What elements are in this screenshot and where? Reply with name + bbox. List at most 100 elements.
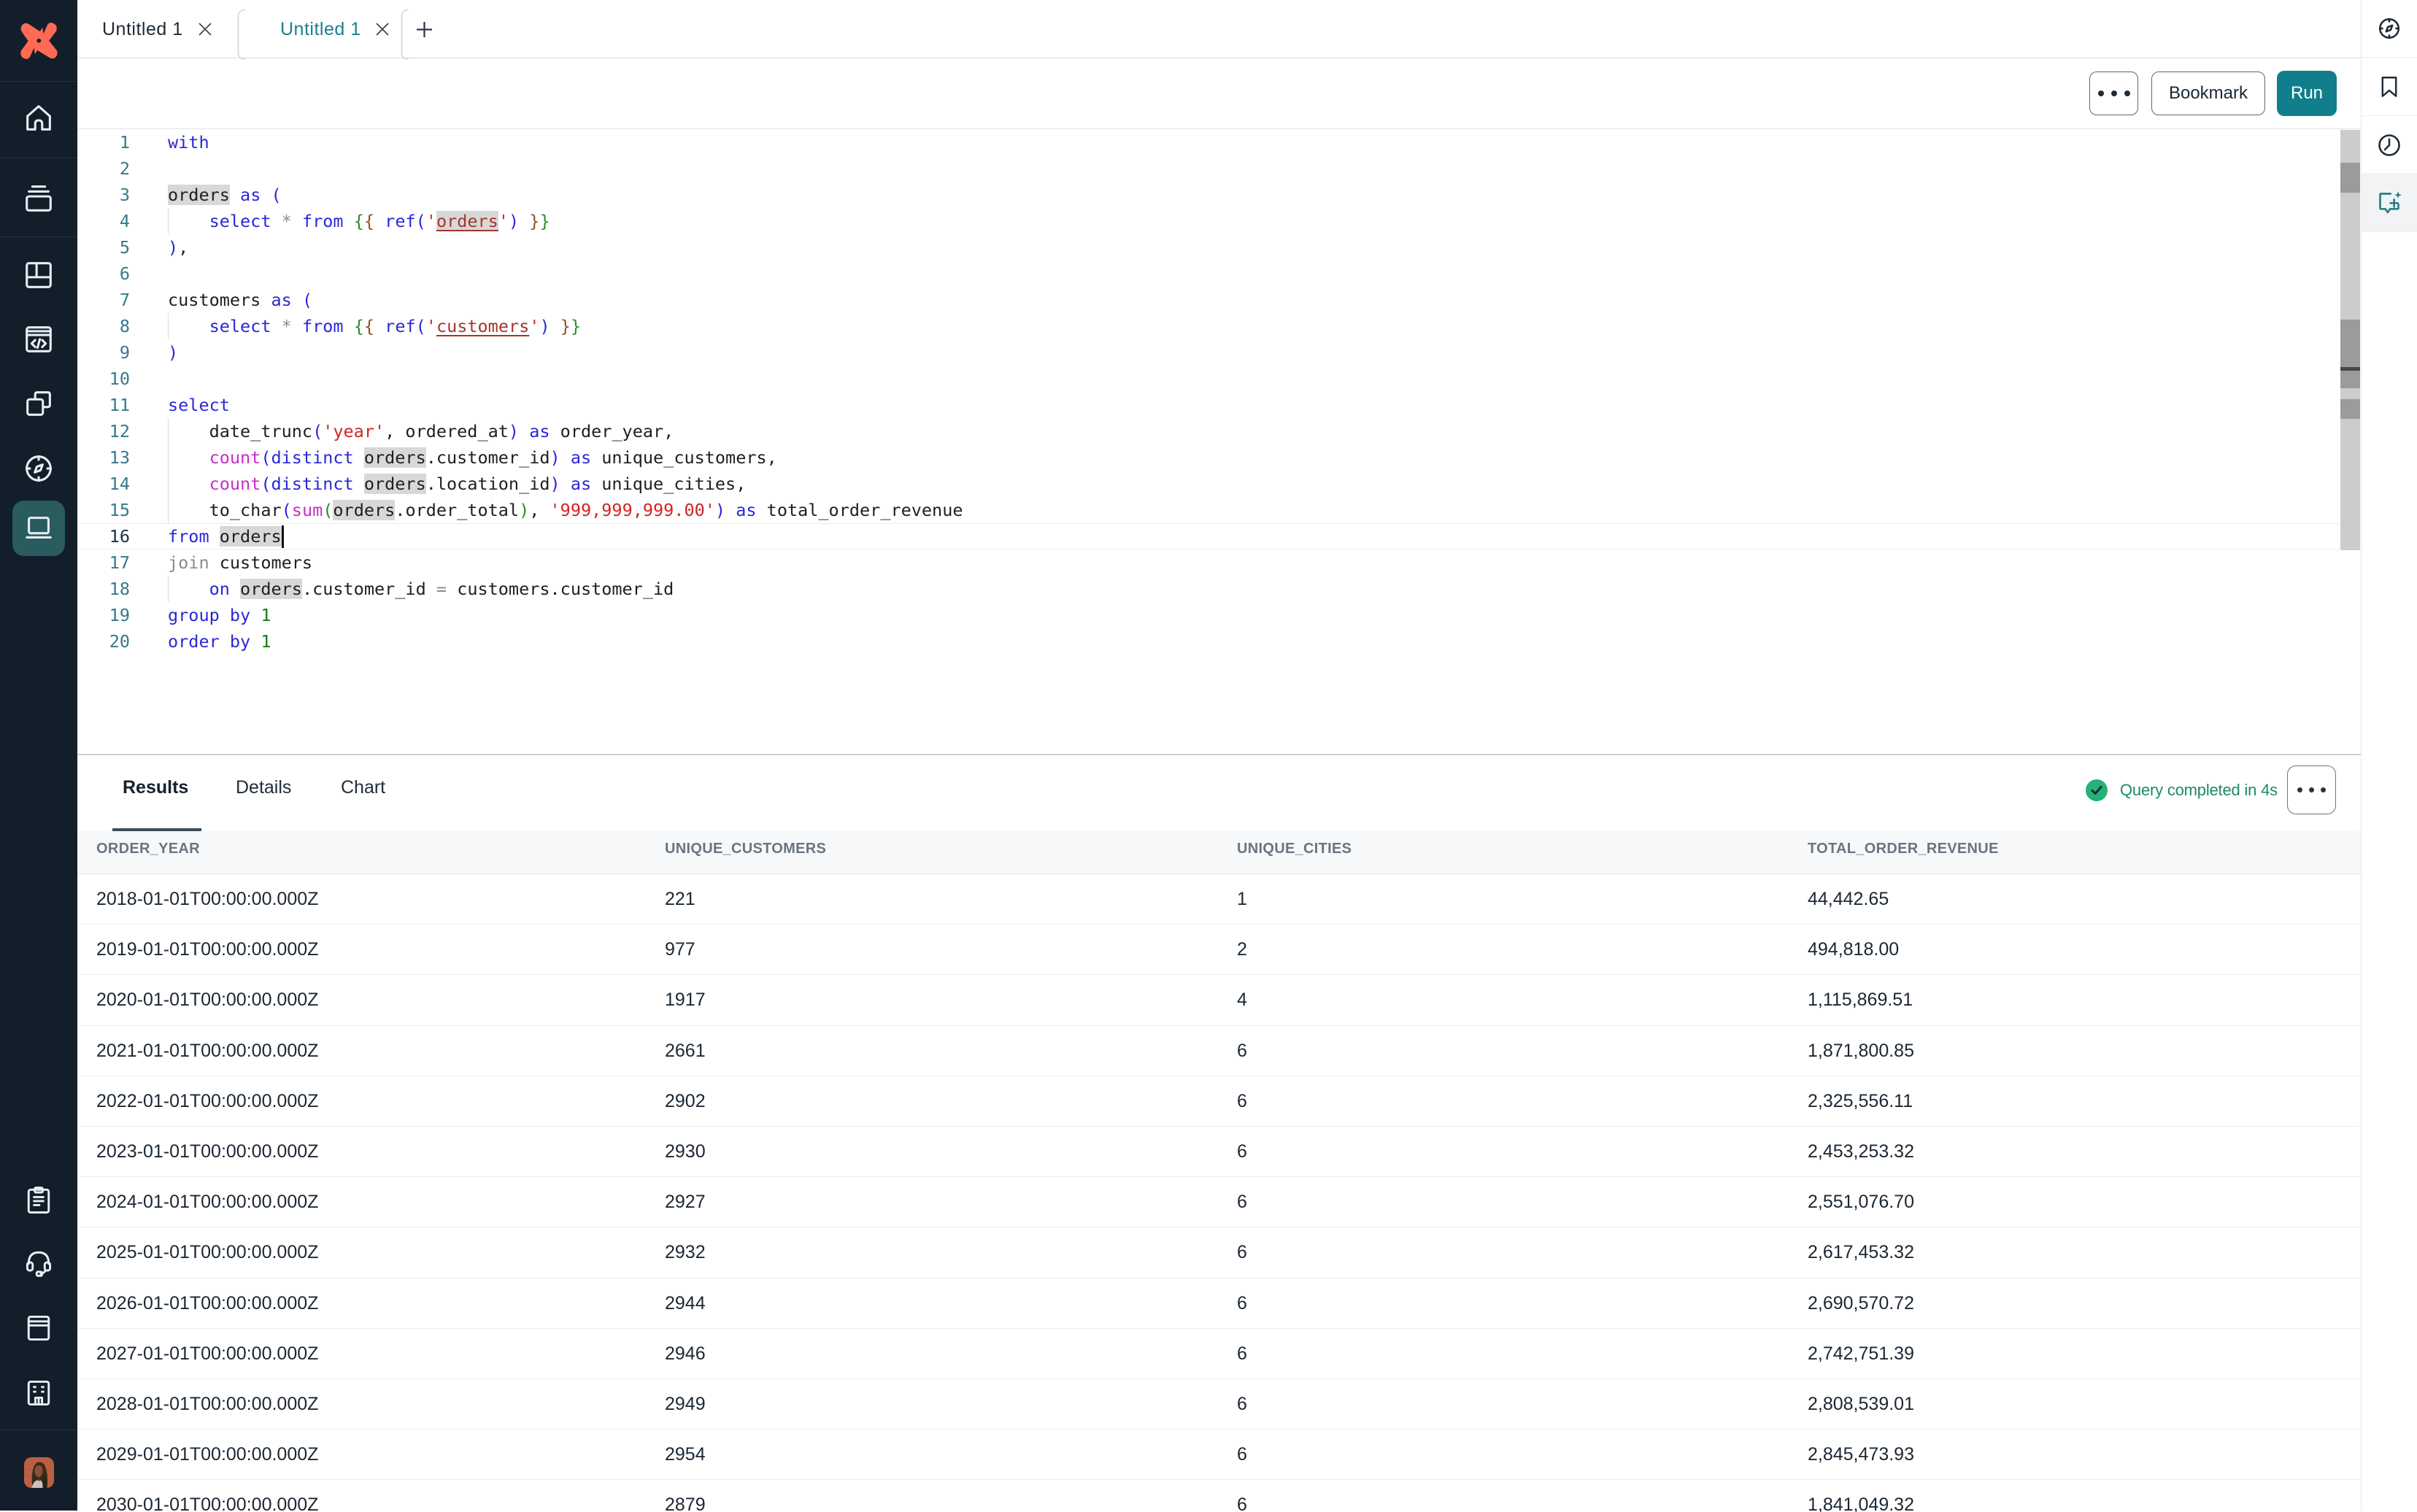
code-line-19[interactable]: 19group by 1 <box>77 602 2340 628</box>
code-line-10[interactable]: 10 <box>77 366 2340 392</box>
sidebar-item-organization[interactable] <box>0 1361 77 1425</box>
rail-item-explore[interactable] <box>2362 0 2417 58</box>
code-line-8[interactable]: 8 select * from {{ ref('customers') }} <box>77 313 2340 339</box>
code-line-12[interactable]: 12 date_trunc('year', ordered_at) as ord… <box>77 418 2340 444</box>
rail-item-bookmarks[interactable] <box>2362 58 2417 116</box>
layout-grid-icon <box>22 258 55 292</box>
sidebar-item-support[interactable] <box>0 1230 77 1295</box>
table-row[interactable]: 2026-01-01T00:00:00.000Z294462,690,570.7… <box>77 1278 2361 1329</box>
code-line-4[interactable]: 4 select * from {{ ref('orders') }} <box>77 208 2340 234</box>
cell: 2020-01-01T00:00:00.000Z <box>96 975 318 1025</box>
sidebar-item-duplicate[interactable] <box>0 371 77 436</box>
table-row[interactable]: 2025-01-01T00:00:00.000Z293262,617,453.3… <box>77 1227 2361 1278</box>
code-text: ), <box>168 234 188 261</box>
code-text: to_char(sum(orders.order_total), '999,99… <box>168 497 963 523</box>
cell: 2022-01-01T00:00:00.000Z <box>96 1076 318 1127</box>
run-button[interactable]: Run <box>2277 71 2337 116</box>
column-header-unique_cities[interactable]: UNIQUE_CITIES <box>1237 831 1352 866</box>
code-line-16[interactable]: 16from orders <box>77 523 2340 549</box>
sidebar-item-notes[interactable] <box>0 1168 77 1233</box>
column-header-total_order_revenue[interactable]: TOTAL_ORDER_REVENUE <box>1808 831 1999 866</box>
tab-2-close-icon[interactable] <box>374 20 391 38</box>
tab-untitled-2[interactable]: Untitled 1 <box>280 0 361 58</box>
tab-chart[interactable]: Chart <box>341 755 385 819</box>
code-line-9[interactable]: 9) <box>77 339 2340 366</box>
code-line-18[interactable]: 18 on orders.customer_id = customers.cus… <box>77 576 2340 602</box>
home-icon <box>22 101 55 135</box>
table-row[interactable]: 2020-01-01T00:00:00.000Z191741,115,869.5… <box>77 975 2361 1025</box>
bookmark-button[interactable]: Bookmark <box>2151 72 2265 115</box>
editor-more-button[interactable] <box>2089 72 2138 115</box>
text-cursor <box>282 525 285 548</box>
table-row[interactable]: 2019-01-01T00:00:00.000Z9772494,818.00 <box>77 925 2361 975</box>
rail-item-ai-assistant[interactable] <box>2362 174 2417 232</box>
headset-icon <box>23 1246 55 1278</box>
table-row[interactable]: 2028-01-01T00:00:00.000Z294962,808,539.0… <box>77 1379 2361 1430</box>
table-row[interactable]: 2018-01-01T00:00:00.000Z221144,442.65 <box>77 874 2361 925</box>
code-text: order by 1 <box>168 628 271 655</box>
tab-details[interactable]: Details <box>236 755 291 819</box>
sidebar-item-inbox[interactable] <box>0 162 77 235</box>
editor-scrollbar[interactable] <box>2340 130 2360 550</box>
tab-untitled-1[interactable]: Untitled 1 <box>102 0 183 58</box>
line-number-19: 19 <box>77 602 130 628</box>
sidebar-item-develop[interactable] <box>0 307 77 371</box>
line-number-11: 11 <box>77 392 130 418</box>
code-line-13[interactable]: 13 count(distinct orders.customer_id) as… <box>77 444 2340 471</box>
code-line-15[interactable]: 15 to_char(sum(orders.order_total), '999… <box>77 497 2340 523</box>
tab-results[interactable]: Results <box>123 755 188 819</box>
sidebar-divider <box>0 81 77 82</box>
column-header-order_year[interactable]: ORDER_YEAR <box>96 831 200 866</box>
code-line-3[interactable]: 3orders as ( <box>77 182 2340 208</box>
code-line-11[interactable]: 11 select <box>77 392 2340 418</box>
line-number-10: 10 <box>77 366 130 392</box>
table-row[interactable]: 2024-01-01T00:00:00.000Z292762,551,076.7… <box>77 1177 2361 1227</box>
code-line-17[interactable]: 17join customers <box>77 549 2340 576</box>
dbt-logo[interactable] <box>0 8 77 74</box>
code-line-1[interactable]: 1with <box>77 129 2340 155</box>
cell: 6 <box>1237 1127 1247 1177</box>
sql-editor[interactable]: 1with23orders as (4 select * from {{ ref… <box>77 128 2361 754</box>
table-row[interactable]: 2022-01-01T00:00:00.000Z290262,325,556.1… <box>77 1076 2361 1127</box>
cell: 494,818.00 <box>1808 925 1899 975</box>
rail-item-history[interactable] <box>2362 117 2417 174</box>
sidebar-item-docs[interactable] <box>0 1296 77 1360</box>
cell: 1,871,800.85 <box>1808 1026 1914 1076</box>
close-icon <box>196 20 214 38</box>
column-header-unique_customers[interactable]: UNIQUE_CUSTOMERS <box>665 831 826 866</box>
code-line-14[interactable]: 14 count(distinct orders.location_id) as… <box>77 471 2340 497</box>
sidebar-item-explore[interactable] <box>0 436 77 501</box>
code-line-20[interactable]: 20order by 1 <box>77 628 2340 655</box>
tab-separator-line <box>401 9 409 60</box>
code-line-5[interactable]: 5), <box>77 234 2340 261</box>
cell: 2932 <box>665 1227 706 1278</box>
code-text: select <box>168 392 230 418</box>
cell: 2024-01-01T00:00:00.000Z <box>96 1177 318 1227</box>
avatar[interactable] <box>0 1457 77 1489</box>
table-row[interactable]: 2023-01-01T00:00:00.000Z293062,453,253.3… <box>77 1127 2361 1177</box>
plus-icon <box>415 20 433 39</box>
laptop-icon[interactable] <box>0 501 77 556</box>
table-row[interactable]: 2029-01-01T00:00:00.000Z295462,845,473.9… <box>77 1430 2361 1480</box>
line-number-16: 16 <box>77 523 130 549</box>
tab-1-close-icon[interactable] <box>196 20 214 38</box>
cell: 2,453,253.32 <box>1808 1127 1914 1177</box>
sidebar-item-home[interactable] <box>0 83 77 153</box>
left-sidebar <box>0 0 77 1511</box>
table-row[interactable]: 2021-01-01T00:00:00.000Z266161,871,800.8… <box>77 1026 2361 1076</box>
cell: 44,442.65 <box>1808 874 1889 925</box>
table-row[interactable]: 2027-01-01T00:00:00.000Z294662,742,751.3… <box>77 1329 2361 1379</box>
new-tab-button[interactable] <box>415 20 433 39</box>
table-row[interactable]: 2030-01-01T00:00:00.000Z287961,841,049.3… <box>77 1480 2361 1512</box>
code-text: with <box>168 129 209 155</box>
code-line-7[interactable]: 7customers as ( <box>77 287 2340 313</box>
code-line-2[interactable]: 2 <box>77 155 2340 182</box>
cell: 2927 <box>665 1177 706 1227</box>
cell: 4 <box>1237 975 1247 1025</box>
cell: 2944 <box>665 1278 706 1329</box>
ellipsis-dot <box>2321 787 2326 792</box>
results-more-button[interactable] <box>2287 765 2336 814</box>
code-line-6[interactable]: 6 <box>77 261 2340 287</box>
ellipsis-dot <box>2124 90 2130 96</box>
sidebar-item-dashboards[interactable] <box>0 243 77 307</box>
